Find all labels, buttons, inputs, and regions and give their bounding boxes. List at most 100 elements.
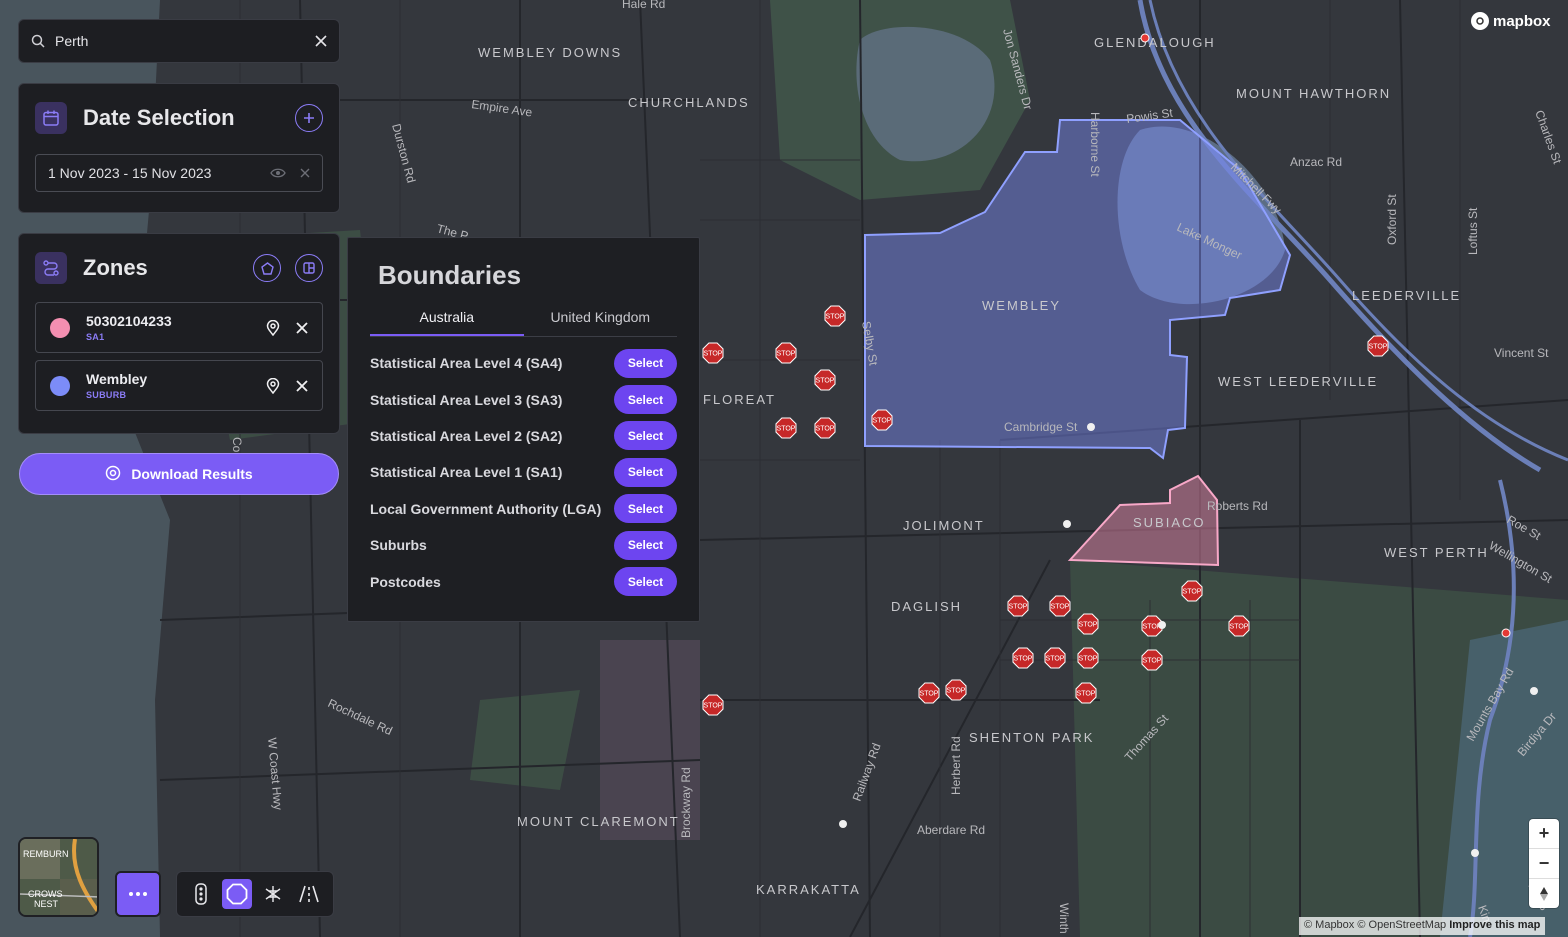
select-suburbs-button[interactable]: Select: [614, 530, 677, 560]
more-options-button[interactable]: [115, 871, 161, 917]
road-label-herbert: Herbert Rd: [949, 736, 963, 795]
tab-united-kingdom[interactable]: United Kingdom: [524, 309, 678, 336]
map-tools-toolbar: [176, 871, 334, 917]
zoom-out-button[interactable]: −: [1529, 849, 1559, 879]
zone-layout-button[interactable]: [295, 254, 323, 282]
tab-australia[interactable]: Australia: [370, 309, 524, 336]
stop-sign-marker[interactable]: STOP: [1007, 595, 1029, 617]
date-range-field[interactable]: 1 Nov 2023 - 15 Nov 2023: [35, 154, 323, 192]
stop-sign-text: STOP: [1051, 604, 1070, 611]
stop-sign-text: STOP: [1046, 656, 1065, 663]
search-bar: [18, 19, 340, 63]
map-label-jolimont: JOLIMONT: [903, 518, 985, 533]
stop-sign-marker[interactable]: STOP: [1044, 647, 1066, 669]
traffic-light-icon: [195, 883, 207, 905]
remove-zone-icon[interactable]: [296, 321, 308, 334]
download-results-button[interactable]: Download Results: [19, 453, 339, 495]
stop-sign-text: STOP: [1183, 589, 1202, 596]
traffic-light-tool[interactable]: [186, 879, 216, 909]
zone-item[interactable]: Wembley SUBURB: [35, 360, 323, 411]
select-sa2-button[interactable]: Select: [614, 421, 677, 451]
search-icon: [31, 34, 45, 48]
stop-sign-tool[interactable]: [222, 879, 252, 909]
draw-zone-button[interactable]: [253, 254, 281, 282]
boundary-row-sa4: Statistical Area Level 4 (SA4) Select: [370, 345, 677, 381]
stop-sign-text: STOP: [777, 351, 796, 358]
satellite-minimap[interactable]: REMBURN CROWS NEST: [18, 837, 99, 917]
stop-sign-marker[interactable]: STOP: [702, 342, 724, 364]
map-label-wembley-downs: WEMBLEY DOWNS: [478, 45, 622, 60]
map-label-shenton-park: SHENTON PARK: [969, 730, 1094, 745]
zone-item[interactable]: 50302104233 SA1: [35, 302, 323, 353]
map-attribution: © Mapbox © OpenStreetMap Improve this ma…: [1299, 917, 1546, 935]
select-postcodes-button[interactable]: Select: [614, 567, 677, 597]
stop-sign-marker[interactable]: STOP: [814, 417, 836, 439]
calendar-icon: [35, 102, 67, 134]
select-lga-button[interactable]: Select: [614, 494, 677, 524]
road-label-roberts: Roberts Rd: [1207, 499, 1268, 513]
compass-button[interactable]: [1529, 879, 1559, 908]
road-tool[interactable]: [294, 879, 324, 909]
road-label-hale: Hale Rd: [622, 0, 665, 11]
map-label-karrakatta: KARRAKATTA: [756, 882, 861, 897]
map-label-west-perth: WEST PERTH: [1384, 545, 1489, 560]
boundary-row-lga: Local Government Authority (LGA) Select: [370, 491, 677, 527]
stop-sign-marker[interactable]: STOP: [1077, 613, 1099, 635]
eye-icon[interactable]: [270, 167, 286, 179]
stop-sign-marker[interactable]: STOP: [1012, 647, 1034, 669]
boundary-label: Postcodes: [370, 573, 441, 590]
stop-sign-marker[interactable]: STOP: [918, 682, 940, 704]
clear-search-icon[interactable]: [315, 35, 327, 47]
map-label-leederville: LEEDERVILLE: [1352, 288, 1461, 303]
zone-name: 50302104233: [86, 313, 172, 329]
stop-sign-marker[interactable]: STOP: [1367, 335, 1389, 357]
stop-sign-marker[interactable]: STOP: [775, 342, 797, 364]
stop-sign-marker[interactable]: STOP: [775, 417, 797, 439]
stop-sign-text: STOP: [1077, 691, 1096, 698]
stop-sign-text: STOP: [704, 351, 723, 358]
clear-date-icon[interactable]: [300, 168, 310, 178]
stop-sign-text: STOP: [947, 688, 966, 695]
stop-sign-marker[interactable]: STOP: [814, 369, 836, 391]
date-selection-panel: Date Selection 1 Nov 2023 - 15 Nov 2023: [18, 83, 340, 213]
stop-sign-marker[interactable]: STOP: [1049, 595, 1071, 617]
mapbox-attribution-link[interactable]: © Mapbox: [1304, 919, 1354, 931]
stop-sign-marker[interactable]: STOP: [871, 409, 893, 431]
boundary-label: Statistical Area Level 4 (SA4): [370, 355, 563, 372]
osm-attribution-link[interactable]: © OpenStreetMap: [1357, 919, 1446, 931]
select-sa4-button[interactable]: Select: [614, 348, 677, 378]
stop-sign-marker[interactable]: STOP: [1077, 647, 1099, 669]
stop-sign-text: STOP: [826, 314, 845, 321]
select-sa1-button[interactable]: Select: [614, 457, 677, 487]
road-label-aberdare: Aberdare Rd: [917, 823, 985, 837]
zone-type: SA1: [86, 332, 105, 342]
map-label-mount-hawthorn: MOUNT HAWTHORN: [1236, 86, 1391, 101]
zoom-in-button[interactable]: +: [1529, 819, 1559, 849]
zoom-controls: + −: [1529, 819, 1559, 908]
stop-sign-marker[interactable]: STOP: [945, 679, 967, 701]
compass-icon: [1540, 886, 1548, 901]
mapbox-logo[interactable]: mapbox: [1471, 12, 1551, 30]
select-sa3-button[interactable]: Select: [614, 385, 677, 415]
stop-sign-marker[interactable]: STOP: [1075, 682, 1097, 704]
stop-sign-marker[interactable]: STOP: [702, 694, 724, 716]
locate-pin-icon[interactable]: [266, 319, 280, 336]
boundaries-list: Statistical Area Level 4 (SA4) Select St…: [370, 345, 677, 600]
route-icon: [35, 252, 67, 284]
mapbox-logo-text: mapbox: [1493, 12, 1551, 30]
stop-sign-marker[interactable]: STOP: [1181, 580, 1203, 602]
stop-sign-marker[interactable]: STOP: [1141, 649, 1163, 671]
stop-sign-marker[interactable]: STOP: [1228, 615, 1250, 637]
remove-zone-icon[interactable]: [296, 379, 308, 392]
crossing-tool[interactable]: [258, 879, 288, 909]
search-input[interactable]: [55, 33, 315, 49]
stop-sign-icon: [226, 883, 248, 905]
zone-color-swatch: [50, 375, 70, 396]
boundaries-panel: Boundaries Australia United Kingdom Stat…: [347, 237, 700, 622]
improve-map-link[interactable]: Improve this map: [1449, 919, 1540, 931]
locate-pin-icon[interactable]: [266, 377, 280, 394]
boundaries-tabs: Australia United Kingdom: [370, 309, 677, 337]
more-icon: [129, 892, 147, 896]
stop-sign-marker[interactable]: STOP: [824, 305, 846, 327]
add-date-button[interactable]: [295, 104, 323, 132]
